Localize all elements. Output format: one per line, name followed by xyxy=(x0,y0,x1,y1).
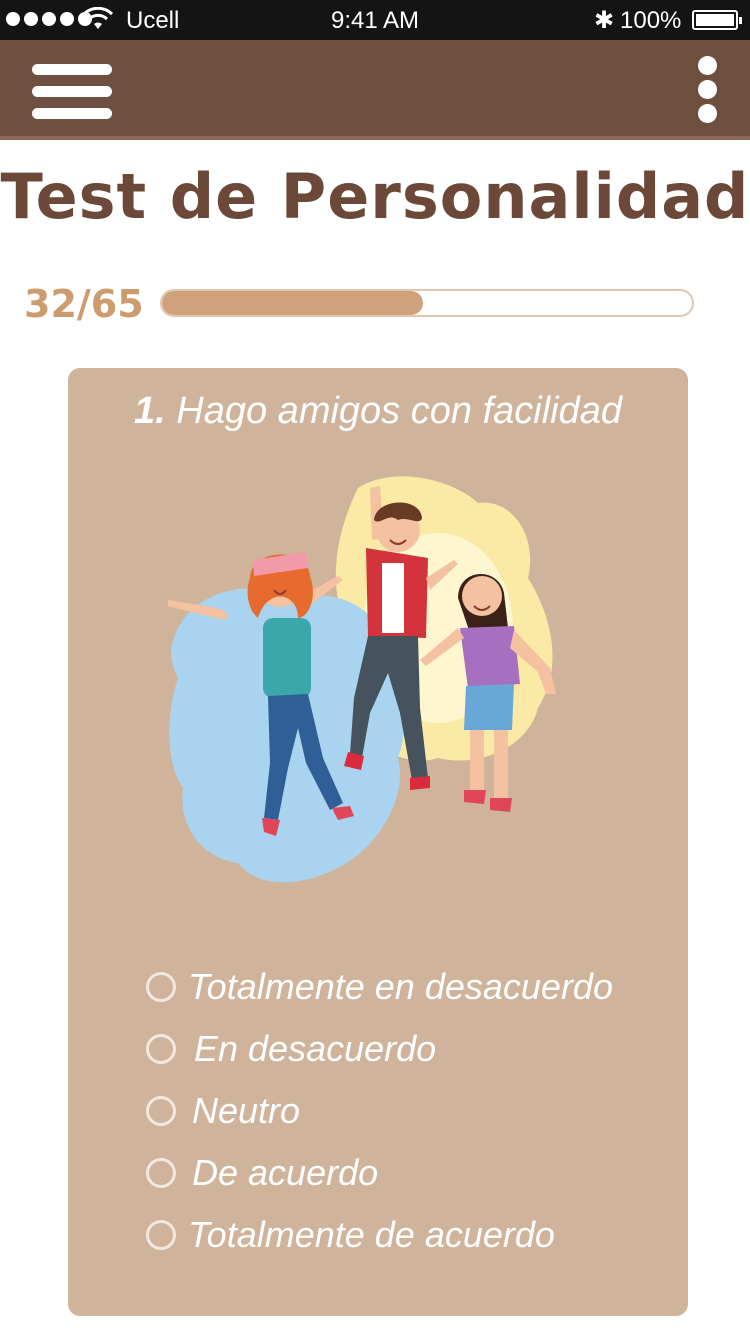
option-label: Totalmente en desacuerdo xyxy=(188,966,613,1007)
radio-button[interactable] xyxy=(146,1220,176,1250)
friends-jumping-illustration xyxy=(168,476,556,883)
option-label: Totalmente de acuerdo xyxy=(188,1214,555,1255)
app-bar xyxy=(0,40,750,140)
option-desacuerdo[interactable]: En desacuerdo xyxy=(146,1018,613,1080)
question-number: 1. xyxy=(134,390,166,432)
progress-bar xyxy=(160,289,694,317)
page-title: Test de Personalidad xyxy=(0,160,750,233)
battery-icon xyxy=(692,10,742,30)
radio-button[interactable] xyxy=(146,1096,176,1126)
radio-button[interactable] xyxy=(146,1158,176,1188)
question-heading: 1. Hago amigos con facilidad xyxy=(68,390,688,433)
hamburger-menu-icon[interactable] xyxy=(28,58,118,124)
radio-button[interactable] xyxy=(146,1034,176,1064)
radio-button[interactable] xyxy=(146,972,176,1002)
option-totalmente-acuerdo[interactable]: Totalmente de acuerdo xyxy=(146,1204,613,1266)
option-label: Neutro xyxy=(192,1090,301,1131)
question-card: 1. Hago amigos con facilidad Totalmente … xyxy=(68,368,688,1316)
bluetooth-icon: ✱ xyxy=(594,7,615,34)
option-neutro[interactable]: Neutro xyxy=(146,1080,613,1142)
battery-percent: 100% xyxy=(620,7,682,34)
more-vertical-icon[interactable] xyxy=(694,54,722,126)
progress-bar-fill xyxy=(162,291,423,315)
option-label: De acuerdo xyxy=(192,1152,379,1193)
progress-counter: 32/65 xyxy=(24,282,144,326)
option-de-acuerdo[interactable]: De acuerdo xyxy=(146,1142,613,1204)
status-bar: Ucell 9:41 AM ✱ 100% xyxy=(0,0,750,40)
option-totalmente-desacuerdo[interactable]: Totalmente en desacuerdo xyxy=(146,956,613,1018)
option-label: En desacuerdo xyxy=(194,1028,437,1069)
answer-options: Totalmente en desacuerdo En desacuerdo N… xyxy=(146,956,613,1266)
question-text: Hago amigos con facilidad xyxy=(176,390,622,432)
